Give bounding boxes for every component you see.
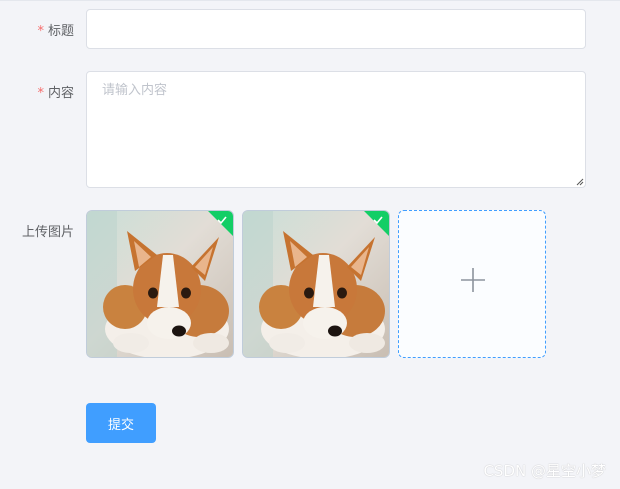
title-label: * 标题 bbox=[37, 24, 74, 39]
add-image-uploader[interactable] bbox=[398, 210, 546, 358]
success-check-icon bbox=[373, 216, 383, 225]
uploaded-image-1[interactable] bbox=[86, 210, 234, 358]
upload-label: 上传图片 bbox=[21, 225, 74, 240]
required-mark: * bbox=[37, 24, 44, 39]
plus-icon bbox=[461, 268, 485, 292]
csdn-watermark: CSDN @星空小梦 bbox=[483, 462, 606, 480]
title-input[interactable] bbox=[86, 9, 586, 49]
uploaded-image-2[interactable] bbox=[242, 210, 390, 358]
corgi-photo bbox=[87, 211, 233, 357]
resize-grip-icon[interactable] bbox=[576, 178, 584, 186]
content-placeholder: 请输入内容 bbox=[102, 83, 168, 98]
upload-form-page: * 标题 * 内容 请输入内容 上传图片 提交 CSDN @星空小梦 bbox=[0, 0, 620, 489]
content-textarea[interactable]: 请输入内容 bbox=[86, 71, 586, 188]
corgi-photo bbox=[243, 211, 389, 357]
required-mark: * bbox=[37, 86, 44, 101]
success-check-icon bbox=[217, 216, 227, 225]
submit-button[interactable]: 提交 bbox=[86, 403, 156, 443]
content-label: * 内容 bbox=[37, 86, 74, 101]
